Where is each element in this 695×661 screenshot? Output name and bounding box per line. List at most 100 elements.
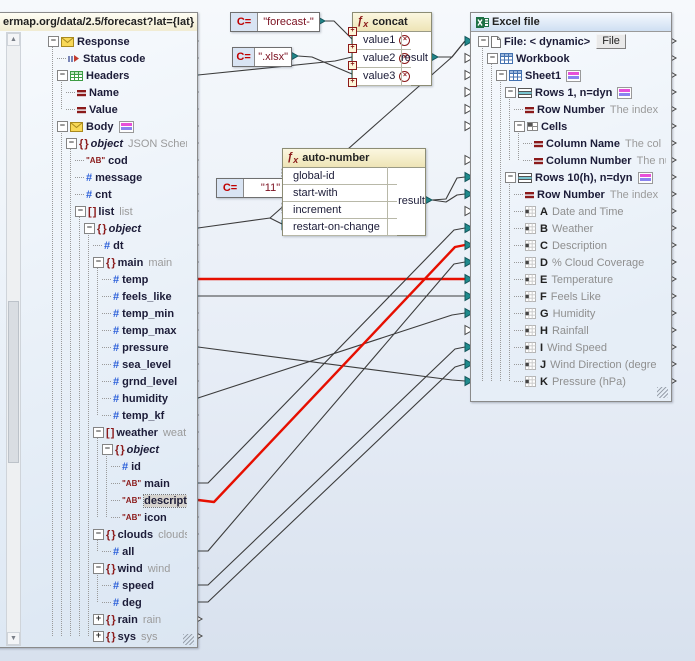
tree-row-speed[interactable]: #speed xyxy=(102,577,187,594)
table-settings-button[interactable] xyxy=(119,121,134,133)
tree-row-icon[interactable]: "AB"icon xyxy=(111,509,187,526)
tree-row-column-name[interactable]: Column NameThe col xyxy=(523,135,666,152)
connection-description-to-excel.C[interactable] xyxy=(198,245,465,502)
expand-toggle-icon[interactable]: − xyxy=(487,53,498,64)
table-settings-button[interactable] xyxy=(566,70,581,82)
scroll-down-icon[interactable]: ▼ xyxy=(7,632,20,645)
expand-toggle-icon[interactable]: − xyxy=(48,36,59,47)
expand-toggle-icon[interactable]: − xyxy=(496,70,507,81)
constant-xlsx[interactable]: C= ".xlsx" xyxy=(232,47,292,67)
tree-row-dt[interactable]: #dt xyxy=(93,237,187,254)
expand-toggle-icon[interactable]: − xyxy=(505,172,516,183)
tree-row-id[interactable]: #id xyxy=(111,458,187,475)
connection-speed-to-excel.I[interactable] xyxy=(198,347,465,585)
connection-humidity-to-excel.G[interactable] xyxy=(198,313,465,398)
tree-row-value[interactable]: Value xyxy=(66,101,187,118)
tree-row-object[interactable]: −{ }object xyxy=(102,441,187,458)
tree-row-rain[interactable]: +{ }rainrain xyxy=(93,611,187,628)
expand-toggle-icon[interactable]: − xyxy=(84,223,95,234)
function-param-restart-on-change[interactable]: restart-on-change xyxy=(283,218,397,236)
expand-toggle-icon[interactable]: − xyxy=(102,444,113,455)
tree-row-col-H[interactable]: HRainfall xyxy=(514,322,666,339)
connection-concat.result-to-excel.File[interactable] xyxy=(438,41,465,57)
tree-row-temp-max[interactable]: #temp_max xyxy=(102,322,187,339)
tree-row-rows-1-n-dyn[interactable]: −Rows 1, n=dyn xyxy=(505,84,666,101)
connection-auto-number.result-to-excel.Rows10[interactable] xyxy=(432,177,465,200)
tree-row-rows-10-h-n-dyn[interactable]: −Rows 10(h), n=dyn xyxy=(505,169,666,186)
tree-row-cells[interactable]: −Cells xyxy=(514,118,666,135)
tree-row-status-code[interactable]: Status code xyxy=(57,50,187,67)
tree-row-temp-kf[interactable]: #temp_kf xyxy=(102,407,187,424)
tree-row-object[interactable]: −{ }object xyxy=(84,220,187,237)
add-parameter-icon[interactable]: + xyxy=(348,78,357,87)
tree-row-pressure[interactable]: #pressure xyxy=(102,339,187,356)
scrollbar-thumb[interactable] xyxy=(8,301,19,463)
tree-row-column-number[interactable]: Column NumberThe nu xyxy=(523,152,666,169)
tree-row-wind[interactable]: −{ }windwind xyxy=(93,560,187,577)
tree-row-message[interactable]: #message xyxy=(75,169,187,186)
tree-row-temp[interactable]: #temp xyxy=(102,271,187,288)
tree-row-main[interactable]: "AB"main xyxy=(111,475,187,492)
scroll-up-icon[interactable]: ▲ xyxy=(7,33,20,46)
tree-row-cnt[interactable]: #cnt xyxy=(75,186,187,203)
expand-toggle-icon[interactable]: − xyxy=(93,529,104,540)
tree-row-col-J[interactable]: JWind Direction (degre xyxy=(514,356,666,373)
tree-row-headers[interactable]: −Headers xyxy=(57,67,187,84)
tree-row-name[interactable]: Name xyxy=(66,84,187,101)
source-scrollbar[interactable]: ▲ ▼ xyxy=(6,32,21,646)
file-button[interactable]: File xyxy=(596,34,626,49)
tree-row-temp-min[interactable]: #temp_min xyxy=(102,305,187,322)
expand-toggle-icon[interactable]: − xyxy=(75,206,86,217)
table-settings-button[interactable] xyxy=(617,87,632,99)
expand-toggle-icon[interactable]: + xyxy=(93,614,104,625)
function-param-global-id[interactable]: global-id xyxy=(283,167,397,185)
tree-row-col-G[interactable]: GHumidity xyxy=(514,305,666,322)
expand-toggle-icon[interactable]: − xyxy=(505,87,516,98)
connection-list.object-to-auto-number.restart-on-change[interactable] xyxy=(198,218,282,228)
tree-row-col-B[interactable]: BWeather xyxy=(514,220,666,237)
tree-row-weather[interactable]: −[ ]weatherweath xyxy=(93,424,187,441)
expand-toggle-icon[interactable]: − xyxy=(57,121,68,132)
function-auto-number-header[interactable]: ƒx auto-number xyxy=(283,149,425,168)
connection-auto-number.result-to-excel.RowNumber10[interactable] xyxy=(432,194,465,202)
tree-row-main[interactable]: −{ }mainmain xyxy=(93,254,187,271)
connection-const-xlsx-to-concat.value3[interactable] xyxy=(298,56,352,74)
tree-row-deg[interactable]: #deg xyxy=(102,594,187,611)
tree-row-description[interactable]: "AB"description xyxy=(111,492,187,509)
connection-pressure-to-excel.K[interactable] xyxy=(198,347,465,381)
tree-row-all[interactable]: #all xyxy=(102,543,187,560)
excel-component-header[interactable]: Excel file xyxy=(471,13,671,32)
tree-row-col-I[interactable]: IWind Speed xyxy=(514,339,666,356)
tree-row-workbook[interactable]: −Workbook xyxy=(487,50,666,67)
excel-resize-grip[interactable] xyxy=(657,387,668,398)
tree-row-col-D[interactable]: D% Cloud Coverage xyxy=(514,254,666,271)
tree-row-clouds[interactable]: −{ }cloudsclouds xyxy=(93,526,187,543)
tree-row-col-F[interactable]: FFeels Like xyxy=(514,288,666,305)
expand-toggle-icon[interactable]: − xyxy=(57,70,68,81)
tree-row-sys[interactable]: +{ }syssys xyxy=(93,628,187,645)
tree-row-row-number[interactable]: Row NumberThe index xyxy=(514,186,666,203)
tree-row-col-E[interactable]: ETemperature xyxy=(514,271,666,288)
tree-row-file-dynamic-[interactable]: −File: < dynamic>File xyxy=(478,33,666,50)
tree-row-sea-level[interactable]: #sea_level xyxy=(102,356,187,373)
constant-forecast[interactable]: C= "forecast-" xyxy=(230,12,320,32)
expand-toggle-icon[interactable]: − xyxy=(93,257,104,268)
expand-toggle-icon[interactable]: + xyxy=(93,631,104,642)
source-resize-grip[interactable] xyxy=(183,634,194,645)
add-parameter-icon[interactable]: + xyxy=(348,27,357,36)
tree-row-sheet1[interactable]: −Sheet1 xyxy=(496,67,666,84)
expand-toggle-icon[interactable]: − xyxy=(514,121,525,132)
function-param-start-with[interactable]: start-with xyxy=(283,184,397,202)
function-auto-number[interactable]: ƒx auto-number global-idstart-withincrem… xyxy=(282,148,426,236)
tree-row-col-C[interactable]: CDescription xyxy=(514,237,666,254)
add-parameter-icon[interactable]: + xyxy=(348,44,357,53)
expand-toggle-icon[interactable]: − xyxy=(66,138,77,149)
add-parameter-icon[interactable]: + xyxy=(348,61,357,70)
expand-toggle-icon[interactable]: − xyxy=(93,427,104,438)
connection-deg-to-excel.J[interactable] xyxy=(198,364,465,602)
expand-toggle-icon[interactable]: − xyxy=(93,563,104,574)
tree-row-object[interactable]: −{ }objectJSON Schema xyxy=(66,135,187,152)
table-settings-button[interactable] xyxy=(638,172,653,184)
tree-row-col-A[interactable]: ADate and Time xyxy=(514,203,666,220)
expand-toggle-icon[interactable]: − xyxy=(478,36,489,47)
